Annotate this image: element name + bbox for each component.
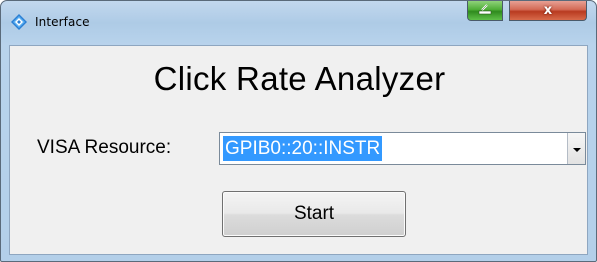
window-title: Interface [35,15,90,29]
visa-resource-value[interactable]: GPIB0::20::INSTR [223,136,383,161]
minimize-icon [478,2,492,20]
start-button[interactable]: Start [222,191,406,237]
page-title: Click Rate Analyzer [153,60,446,97]
visa-resource-label: VISA Resource: [37,137,172,158]
close-button[interactable]: x [509,1,587,21]
app-icon [11,14,27,30]
visa-resource-dropdown[interactable]: GPIB0::20::INSTR [219,132,586,165]
client-area: Click Rate Analyzer VISA Resource: GPIB0… [9,45,588,255]
title-bar[interactable]: Interface x [1,1,596,45]
application-window: Interface x Click Rate Analyzer VISA Res… [0,0,597,262]
minimize-button[interactable] [467,1,503,21]
close-icon: x [543,3,553,18]
chevron-down-icon [572,140,581,158]
dropdown-button[interactable] [567,133,585,164]
